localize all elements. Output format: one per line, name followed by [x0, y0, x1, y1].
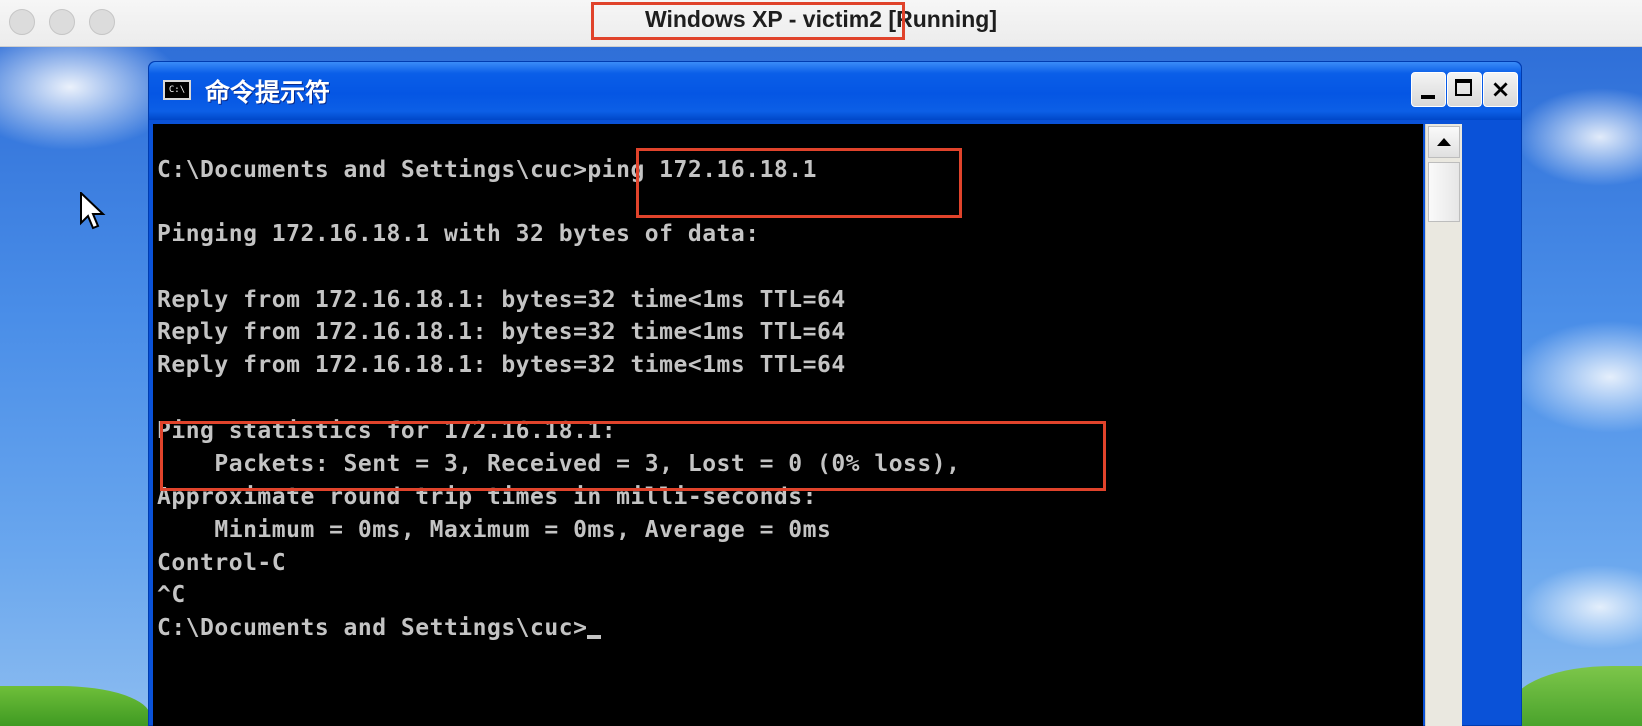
- close-icon: ×: [1490, 75, 1511, 103]
- console-line-ping-statistics: Ping statistics for 172.16.18.1:: [157, 418, 617, 444]
- cmd-titlebar[interactable]: C:\ 命令提示符 ×: [149, 62, 1521, 120]
- console-output[interactable]: C:\Documents and Settings\cuc>ping 172.1…: [153, 124, 1423, 726]
- console-line: ^C: [157, 582, 186, 608]
- console-prompt-line: C:\Documents and Settings\cuc>: [157, 612, 602, 644]
- console-line: Control-C: [157, 550, 287, 576]
- cmd-window: C:\ 命令提示符 × C:\Documents and Settings\cu…: [148, 61, 1522, 726]
- console-line: Pinging 172.16.18.1 with 32 bytes of dat…: [157, 221, 760, 247]
- cmd-window-title: 命令提示符: [205, 78, 331, 107]
- console-prompt: C:\Documents and Settings\cuc>: [157, 615, 588, 641]
- console-line: Minimum = 0ms, Maximum = 0ms, Average = …: [157, 517, 832, 543]
- vertical-scrollbar[interactable]: [1425, 124, 1462, 726]
- close-button[interactable]: ×: [1483, 72, 1518, 107]
- scroll-up-arrow-icon[interactable]: [1428, 126, 1460, 158]
- console-line: Approximate round trip times in milli-se…: [157, 484, 817, 510]
- console-icon: C:\: [163, 80, 191, 100]
- mouse-pointer-icon: [80, 192, 106, 230]
- console-line: Reply from 172.16.18.1: bytes=32 time<1m…: [157, 319, 846, 345]
- wallpaper-hill: [1512, 666, 1642, 726]
- minimize-button[interactable]: [1411, 72, 1446, 107]
- wallpaper-hill: [0, 686, 150, 726]
- scroll-thumb[interactable]: [1428, 162, 1460, 222]
- console-line: Reply from 172.16.18.1: bytes=32 time<1m…: [157, 287, 846, 313]
- text-cursor: [587, 635, 602, 639]
- vm-state: Running: [896, 6, 990, 32]
- maximize-button[interactable]: [1447, 72, 1482, 107]
- vm-name: Windows XP - victim2: [644, 6, 883, 32]
- console-line: Reply from 172.16.18.1: bytes=32 time<1m…: [157, 352, 846, 378]
- host-titlebar: Windows XP - victim2 [Running]: [0, 0, 1642, 47]
- console-line-ping-command: C:\Documents and Settings\cuc>ping 172.1…: [157, 157, 817, 183]
- console-line-packets: Packets: Sent = 3, Received = 3, Lost = …: [157, 451, 961, 477]
- host-window-title: Windows XP - victim2 [Running]: [644, 6, 998, 32]
